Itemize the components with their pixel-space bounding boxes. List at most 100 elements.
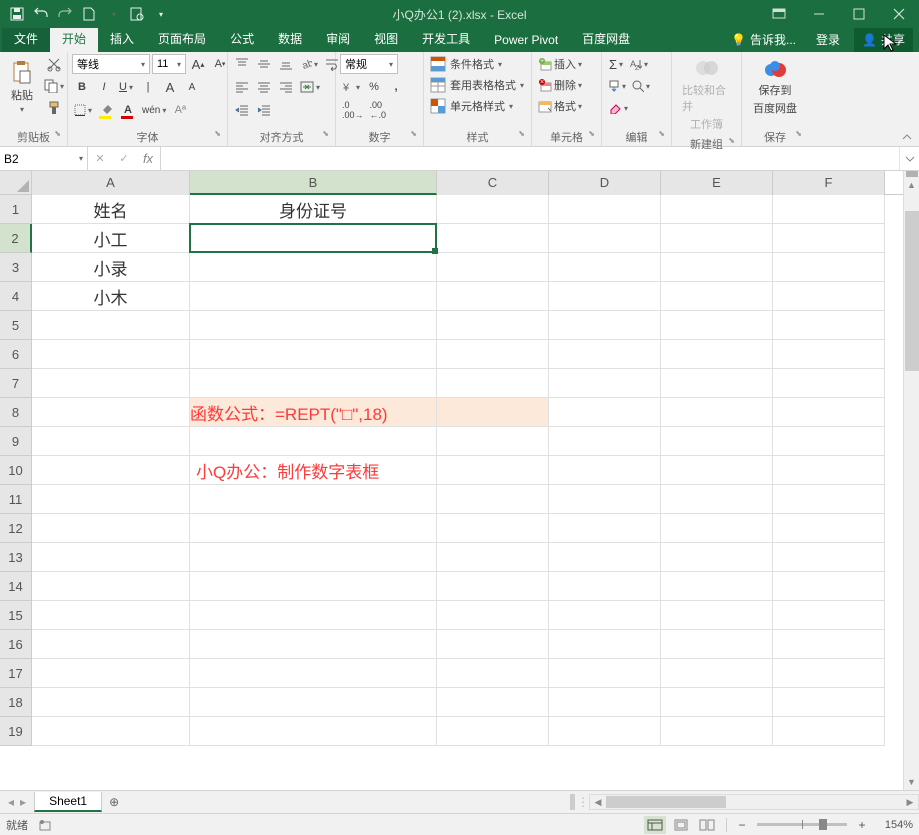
cell-c18[interactable] xyxy=(437,688,549,717)
cell-f6[interactable] xyxy=(773,340,885,369)
cell-c9[interactable] xyxy=(437,427,549,456)
decrease-indent-button[interactable] xyxy=(232,100,252,120)
cell-f3[interactable] xyxy=(773,253,885,282)
row-header-15[interactable]: 15 xyxy=(0,601,32,630)
italic-button[interactable]: I xyxy=(94,77,114,97)
cell-c11[interactable] xyxy=(437,485,549,514)
align-middle-button[interactable] xyxy=(254,54,274,74)
cell-d19[interactable] xyxy=(549,717,661,746)
tell-me-input[interactable]: 💡告诉我... xyxy=(725,29,802,50)
cell-c16[interactable] xyxy=(437,630,549,659)
cell-b7[interactable] xyxy=(190,369,437,398)
column-header-e[interactable]: E xyxy=(661,171,773,195)
cell-e2[interactable] xyxy=(661,224,773,253)
cell-f16[interactable] xyxy=(773,630,885,659)
increase-decimal-button[interactable]: .0.00→ xyxy=(340,100,366,120)
new-icon[interactable] xyxy=(80,5,98,23)
cell-e15[interactable] xyxy=(661,601,773,630)
cell-b2[interactable] xyxy=(190,224,437,253)
cell-c10[interactable] xyxy=(437,456,549,485)
scroll-up-button[interactable]: ▲ xyxy=(904,177,919,193)
redo-icon[interactable] xyxy=(56,5,74,23)
align-top-button[interactable] xyxy=(232,54,252,74)
row-header-11[interactable]: 11 xyxy=(0,485,32,514)
cell-c5[interactable] xyxy=(437,311,549,340)
align-right-button[interactable] xyxy=(276,77,296,97)
grow-font-button[interactable]: A▴ xyxy=(188,54,208,74)
cell-a18[interactable] xyxy=(32,688,190,717)
cell-d11[interactable] xyxy=(549,485,661,514)
cell-f13[interactable] xyxy=(773,543,885,572)
hscrollbar-thumb[interactable] xyxy=(606,796,726,808)
increase-indent-button[interactable] xyxy=(254,100,274,120)
ribbon-options-icon[interactable] xyxy=(759,0,799,28)
column-header-b[interactable]: B xyxy=(190,171,437,195)
sheet-nav-next-button[interactable]: ▸ xyxy=(20,795,26,809)
cell-a15[interactable] xyxy=(32,601,190,630)
cell-c8[interactable] xyxy=(437,398,549,427)
sort-filter-button[interactable]: AZ xyxy=(628,54,650,74)
percent-button[interactable]: % xyxy=(364,77,384,97)
scroll-right-button[interactable]: ▶ xyxy=(902,797,918,808)
cell-a9[interactable] xyxy=(32,427,190,456)
tab-developer[interactable]: 开发工具 xyxy=(410,26,482,52)
cell-f15[interactable] xyxy=(773,601,885,630)
cell-d18[interactable] xyxy=(549,688,661,717)
cell-f18[interactable] xyxy=(773,688,885,717)
tab-page-layout[interactable]: 页面布局 xyxy=(146,26,218,52)
qat-customize-icon[interactable]: ▾ xyxy=(152,5,170,23)
column-header-c[interactable]: C xyxy=(437,171,549,195)
tab-formulas[interactable]: 公式 xyxy=(218,26,266,52)
paste-button[interactable]: 粘贴 ▾ xyxy=(4,54,40,120)
cell-b6[interactable] xyxy=(190,340,437,369)
accounting-format-button[interactable]: ¥ xyxy=(340,77,362,97)
cell-f1[interactable] xyxy=(773,195,885,224)
cell-e17[interactable] xyxy=(661,659,773,688)
tab-baidu[interactable]: 百度网盘 xyxy=(570,26,642,52)
phonetic-button[interactable]: wén xyxy=(140,100,168,120)
insert-cells-button[interactable]: +插入▾ xyxy=(536,54,584,74)
row-header-12[interactable]: 12 xyxy=(0,514,32,543)
tab-file[interactable]: 文件 xyxy=(2,26,50,52)
horizontal-scrollbar[interactable]: ◀ ▶ xyxy=(589,794,919,810)
cell-c13[interactable] xyxy=(437,543,549,572)
cell-f11[interactable] xyxy=(773,485,885,514)
cell-c14[interactable] xyxy=(437,572,549,601)
zoom-out-button[interactable]: − xyxy=(735,818,749,832)
cell-b19[interactable] xyxy=(190,717,437,746)
merge-cells-button[interactable] xyxy=(298,77,322,97)
cell-d16[interactable] xyxy=(549,630,661,659)
cell-b18[interactable] xyxy=(190,688,437,717)
cell-f12[interactable] xyxy=(773,514,885,543)
collapse-ribbon-button[interactable] xyxy=(899,130,915,144)
close-icon[interactable] xyxy=(879,0,919,28)
decrease-font-button[interactable]: A xyxy=(182,77,202,97)
font-name-select[interactable]: 等线▾ xyxy=(72,54,150,74)
cell-b11[interactable] xyxy=(190,485,437,514)
cell-f4[interactable] xyxy=(773,282,885,311)
expand-formula-bar-button[interactable] xyxy=(899,147,919,170)
cell-b1[interactable]: 身份证号 xyxy=(190,195,437,224)
copy-button[interactable] xyxy=(42,76,66,96)
cell-d14[interactable] xyxy=(549,572,661,601)
cell-b13[interactable] xyxy=(190,543,437,572)
cell-f2[interactable] xyxy=(773,224,885,253)
cell-a4[interactable]: 小木 xyxy=(32,282,190,311)
cell-e13[interactable] xyxy=(661,543,773,572)
row-header-9[interactable]: 9 xyxy=(0,427,32,456)
login-button[interactable]: 登录 xyxy=(808,27,848,52)
cell-d9[interactable] xyxy=(549,427,661,456)
cell-d2[interactable] xyxy=(549,224,661,253)
cell-b5[interactable] xyxy=(190,311,437,340)
cell-a17[interactable] xyxy=(32,659,190,688)
cell-c7[interactable] xyxy=(437,369,549,398)
row-header-7[interactable]: 7 xyxy=(0,369,32,398)
cell-e9[interactable] xyxy=(661,427,773,456)
row-header-18[interactable]: 18 xyxy=(0,688,32,717)
row-header-10[interactable]: 10 xyxy=(0,456,32,485)
orientation-button[interactable]: ab xyxy=(298,54,320,74)
cell-f14[interactable] xyxy=(773,572,885,601)
cell-f19[interactable] xyxy=(773,717,885,746)
insert-function-button[interactable]: fx xyxy=(136,147,160,170)
row-header-1[interactable]: 1 xyxy=(0,195,32,224)
